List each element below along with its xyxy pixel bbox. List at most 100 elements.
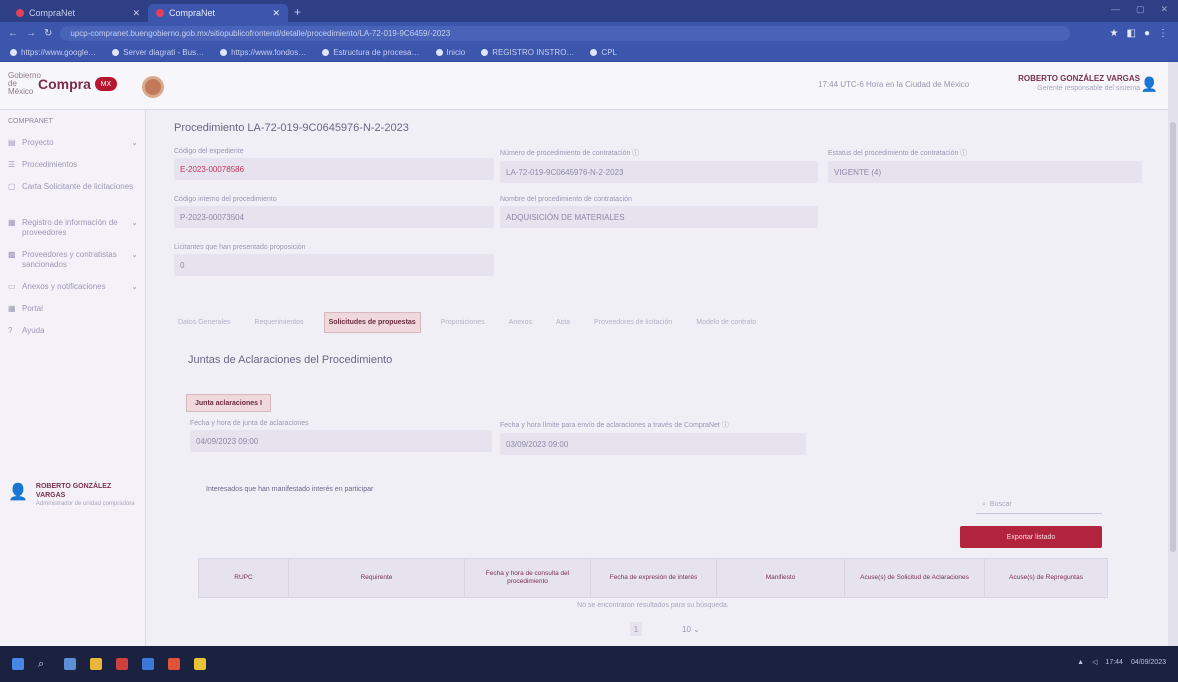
codigo-value: P-2023-00073504 — [174, 206, 494, 228]
browser-tab[interactable]: CompraNet ✕ — [8, 4, 148, 22]
nombre-field: Nombre del procedimiento de contratación… — [500, 196, 818, 228]
fecha-junta-field: Fecha y hora de junta de aclaraciones 04… — [190, 420, 492, 452]
bookmark-label: Server diagrati - Bus… — [123, 48, 205, 57]
bookmark[interactable]: Server diagrati - Bus… — [112, 48, 204, 57]
extensions-icon[interactable]: ◧ — [1127, 28, 1136, 39]
scrollbar-thumb[interactable] — [1170, 122, 1176, 552]
compranet-favicon-icon — [156, 9, 164, 17]
minimize-icon[interactable]: — — [1111, 4, 1120, 15]
expediente-link[interactable]: E-2023-00078586 — [174, 158, 494, 180]
bookmark[interactable]: https://www.google… — [10, 48, 96, 57]
bookmark[interactable]: https://www.fondos… — [220, 48, 306, 57]
sidebar-item-anexos[interactable]: ▭ Anexos y notificaciones ⌄ — [0, 282, 146, 292]
app-icon[interactable] — [116, 658, 128, 670]
page-title: Procedimiento LA-72-019-9C0645976-N-2-20… — [174, 122, 409, 134]
sidebar-item-ayuda[interactable]: ? Ayuda — [0, 326, 146, 336]
close-window-icon[interactable]: ✕ — [1160, 4, 1168, 15]
compranet-favicon-icon — [16, 9, 24, 17]
outlook-icon[interactable] — [142, 658, 154, 670]
windows-start-icon[interactable] — [12, 658, 24, 670]
sidebar-item-procedimientos[interactable]: ☰ Procedimientos — [0, 160, 146, 170]
task-view-icon[interactable] — [64, 658, 76, 670]
search-icon[interactable]: ⌕ — [38, 658, 50, 670]
browser-tab-active[interactable]: CompraNet ✕ — [148, 4, 288, 22]
page-number[interactable]: 1 — [630, 622, 642, 636]
clock-date[interactable]: 04/09/2023 — [1131, 659, 1166, 666]
app-header: Gobierno de México Compra MX 17:44 UTC-6… — [0, 62, 1168, 110]
page-scrollbar[interactable] — [1168, 62, 1178, 646]
bookmark-icon — [481, 49, 489, 56]
forward-icon[interactable]: → — [26, 28, 36, 39]
sidebar-user[interactable]: 👤 ROBERTO GONZÁLEZ VARGAS Administrador … — [8, 482, 138, 508]
chrome-icon[interactable] — [168, 658, 180, 670]
bookmark[interactable]: CPL — [590, 48, 617, 57]
close-tab-icon[interactable]: ✕ — [132, 8, 140, 19]
network-icon[interactable]: ▲ — [1077, 659, 1084, 666]
estatus-value: VIGENTE (4) — [828, 161, 1142, 183]
tab-requerimientos[interactable]: Requerimientos — [251, 313, 308, 332]
chevron-down-icon: ⌄ — [131, 218, 138, 227]
bell-icon: ▭ — [8, 282, 16, 291]
fecha-junta-value: 04/09/2023 09:00 — [190, 430, 492, 452]
section-title: Juntas de Aclaraciones del Procedimiento — [188, 354, 393, 366]
new-tab-icon[interactable]: + — [294, 5, 301, 19]
back-icon[interactable]: ← — [8, 28, 18, 39]
field-label: Nombre del procedimiento de contratación — [500, 196, 632, 203]
bookmark[interactable]: Estructura de procesa… — [322, 48, 420, 57]
tab-acta[interactable]: Acta — [552, 313, 574, 332]
pagination: 1 10 ⌄ — [630, 622, 700, 636]
column-header[interactable]: Fecha y hora de consulta del procedimien… — [465, 559, 591, 597]
sidebar-item-registro[interactable]: ▦ Registro de información de proveedores ⌄ — [0, 218, 146, 238]
column-header[interactable]: Manifiesto — [717, 559, 845, 597]
tab-proveedores[interactable]: Proveedores de licitación — [590, 313, 676, 332]
bookmark-label: https://www.google… — [21, 48, 97, 57]
list-icon: ☰ — [8, 160, 16, 169]
bookmarks-bar: https://www.google… Server diagrati - Bu… — [0, 44, 1178, 62]
interesados-note: Interesados que han manifestado interés … — [206, 486, 374, 493]
sidebar-item-proveedores[interactable]: ▩ Proveedores y contratistas sancionados ⌄ — [0, 250, 146, 270]
url-input[interactable]: upcp-compranet.buengobierno.gob.mx/sitio… — [60, 25, 1071, 41]
browser-actions: ★ ◧ ● ⋮ — [1110, 28, 1168, 39]
tab-datos-generales[interactable]: Datos Generales — [174, 313, 235, 332]
bookmark-icon — [322, 49, 330, 56]
column-header[interactable]: Acuse(s) de Solicitud de Aclaraciones — [845, 559, 985, 597]
sidebar-item-portal[interactable]: ▦ Portal — [0, 304, 146, 314]
tab-solicitudes[interactable]: Solicitudes de propuestas — [323, 312, 421, 333]
tab-anexos[interactable]: Anexos — [505, 313, 536, 332]
volume-icon[interactable]: ◁ — [1092, 658, 1097, 666]
export-list-button[interactable]: Exportar listado — [960, 526, 1102, 548]
user-avatar-icon[interactable]: 👤 — [1141, 76, 1158, 93]
column-header[interactable]: RUPC — [199, 559, 289, 597]
logo-badge: MX — [94, 77, 117, 91]
page-size-select[interactable]: 10 ⌄ — [682, 625, 700, 634]
main-content: Procedimiento LA-72-019-9C0645976-N-2-20… — [160, 110, 1160, 646]
search-icon: ⌕ — [982, 500, 986, 508]
tab-modelo-contrato[interactable]: Modelo de contrato — [692, 313, 760, 332]
user-avatar-icon: 👤 — [8, 484, 28, 501]
compranet-logo[interactable]: Gobierno de México Compra MX — [8, 72, 117, 96]
reload-icon[interactable]: ↻ — [44, 28, 52, 39]
search-input[interactable]: ⌕ Buscar — [976, 496, 1102, 514]
file-explorer-icon[interactable] — [90, 658, 102, 670]
bookmark-label: CPL — [601, 48, 617, 57]
folder-icon[interactable] — [194, 658, 206, 670]
junta-aclaraciones-button[interactable]: Junta aclaraciones I — [186, 394, 271, 412]
sidebar-item-proyecto[interactable]: ▤ Proyecto ⌄ — [0, 138, 146, 148]
bookmark-label: REGISTRO INSTRO… — [492, 48, 575, 57]
close-tab-icon[interactable]: ✕ — [272, 8, 280, 19]
bookmark[interactable]: REGISTRO INSTRO… — [481, 48, 574, 57]
profile-icon[interactable]: ● — [1144, 28, 1150, 39]
maximize-icon[interactable]: ▢ — [1136, 4, 1145, 15]
menu-icon[interactable]: ⋮ — [1158, 28, 1168, 39]
codigo-field: Código interno del procedimiento P-2023-… — [174, 196, 494, 228]
bookmark[interactable]: Inicio — [435, 48, 465, 57]
sidebar-item-label: Ayuda — [22, 326, 45, 335]
header-user[interactable]: ROBERTO GONZÁLEZ VARGAS Gerente responsa… — [990, 74, 1140, 92]
column-header[interactable]: Acuse(s) de Repreguntas — [985, 559, 1107, 597]
clock-time[interactable]: 17:44 — [1105, 659, 1123, 666]
tab-proposiciones[interactable]: Proposiciones — [437, 313, 489, 332]
column-header[interactable]: Fecha de expresión de interés — [591, 559, 717, 597]
star-icon[interactable]: ★ — [1110, 28, 1119, 39]
column-header[interactable]: Requirente — [289, 559, 465, 597]
sidebar-item-carta[interactable]: ▢ Carta Solicitante de licitaciones — [0, 182, 146, 192]
